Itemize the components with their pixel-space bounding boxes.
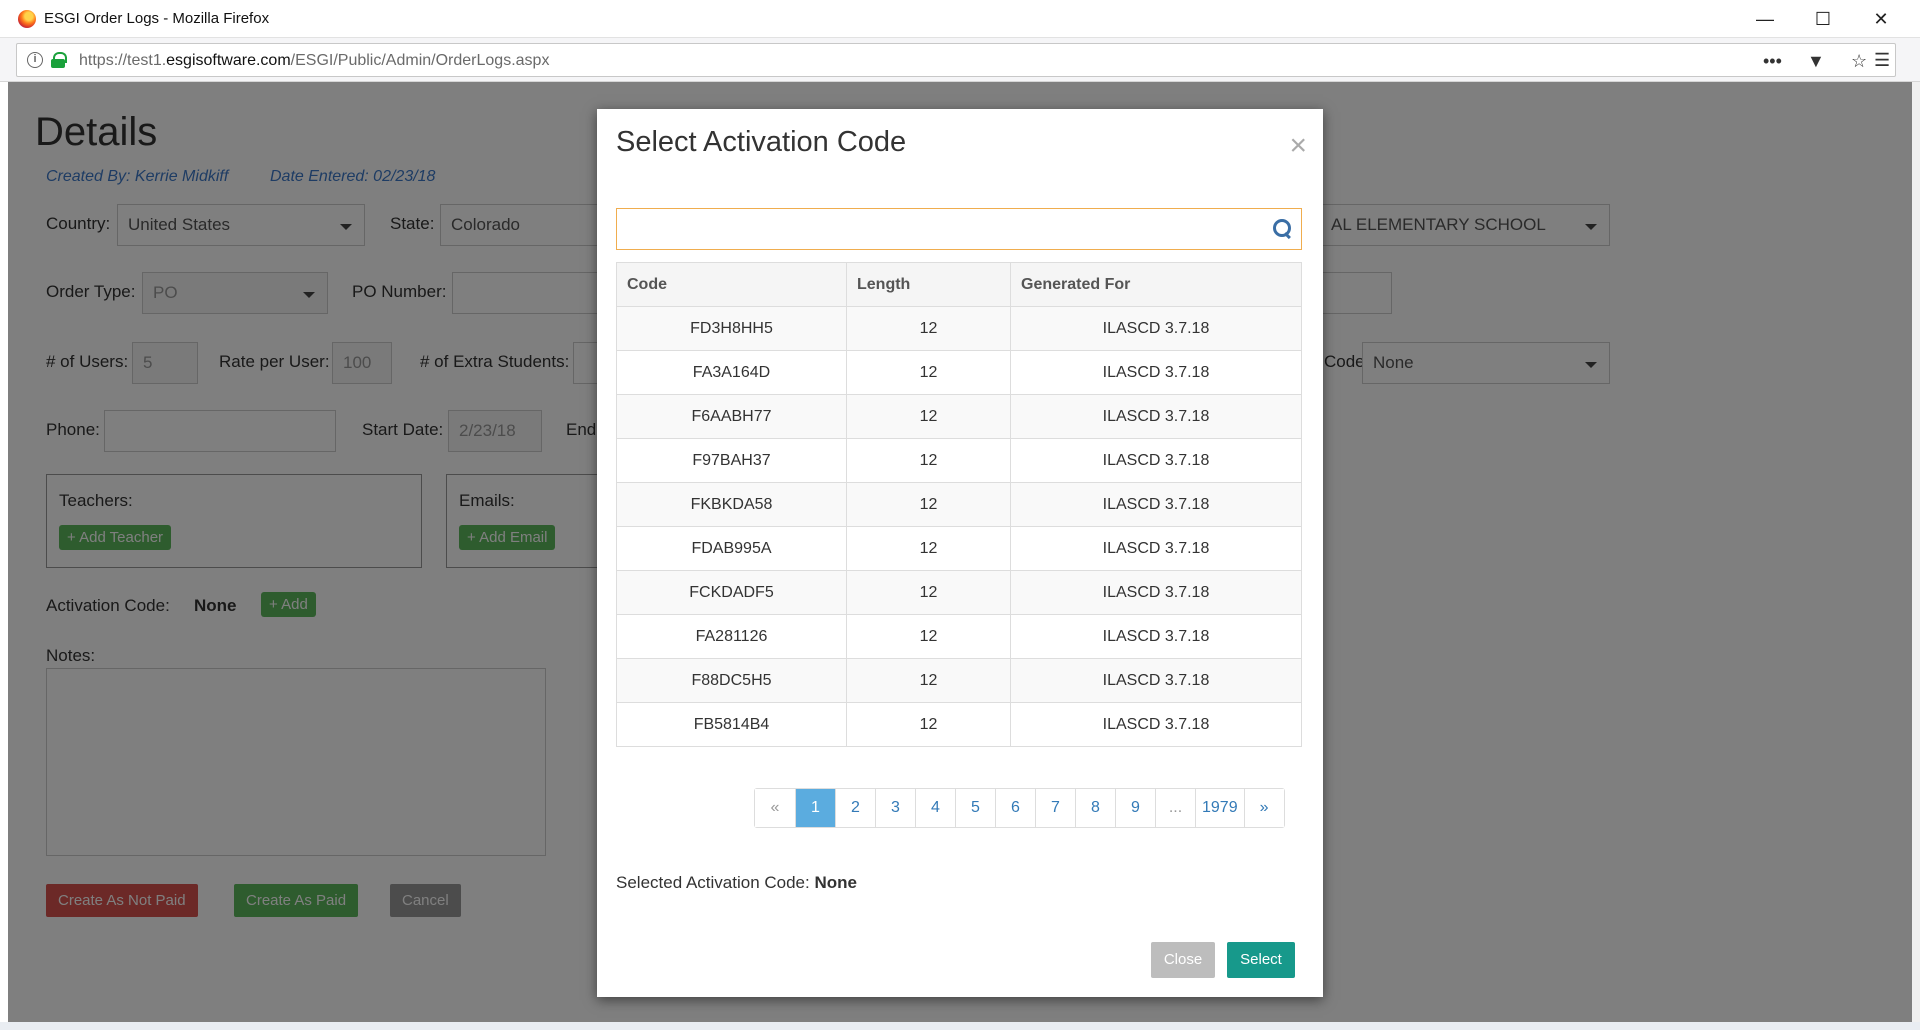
length-cell: 12 (846, 526, 1011, 571)
length-cell: 12 (846, 702, 1011, 747)
table-row[interactable]: F6AABH77 12 ILASCD 3.7.18 (616, 394, 1302, 439)
code-cell: FKBKDA58 (616, 482, 847, 527)
bookmark-star-icon[interactable]: ☆ (1851, 52, 1867, 70)
code-cell: FA281126 (616, 614, 847, 659)
maximize-icon[interactable]: ☐ (1794, 0, 1852, 38)
column-header-generated-for[interactable]: Generated For (1010, 262, 1302, 307)
length-cell: 12 (846, 438, 1011, 483)
close-button[interactable]: Close (1151, 942, 1215, 978)
modal-title: Select Activation Code (616, 126, 907, 158)
browser-titlebar: ESGI Order Logs - Mozilla Firefox — ☐ ✕ (0, 0, 1920, 38)
generated-for-cell: ILASCD 3.7.18 (1010, 570, 1302, 615)
column-header-length[interactable]: Length (846, 262, 1011, 307)
generated-for-cell: ILASCD 3.7.18 (1010, 482, 1302, 527)
table-row[interactable]: F88DC5H5 12 ILASCD 3.7.18 (616, 658, 1302, 703)
code-cell: FDAB995A (616, 526, 847, 571)
pocket-icon[interactable]: ▼ (1807, 52, 1825, 70)
navigation-toolbar: i https://test1.esgisoftware.com/ESGI/Pu… (0, 38, 1920, 82)
length-cell: 12 (846, 482, 1011, 527)
table-row[interactable]: FB5814B4 12 ILASCD 3.7.18 (616, 702, 1302, 747)
pagination-page-3[interactable]: 3 (875, 789, 915, 827)
hamburger-menu-icon[interactable]: ☰ (1874, 51, 1890, 69)
code-cell: FD3H8HH5 (616, 306, 847, 351)
table-row[interactable]: FA281126 12 ILASCD 3.7.18 (616, 614, 1302, 659)
search-icon[interactable] (1273, 219, 1293, 239)
generated-for-cell: ILASCD 3.7.18 (1010, 394, 1302, 439)
window-edge (1912, 82, 1920, 1030)
code-cell: FB5814B4 (616, 702, 847, 747)
generated-for-cell: ILASCD 3.7.18 (1010, 702, 1302, 747)
length-cell: 12 (846, 306, 1011, 351)
activation-code-table: Code Length Generated For FD3H8HH5 12 ILAS… (616, 262, 1302, 747)
pagination-next[interactable]: » (1243, 789, 1284, 827)
pagination-page-9[interactable]: 9 (1115, 789, 1155, 827)
close-icon[interactable]: × (1289, 131, 1307, 161)
length-cell: 12 (846, 350, 1011, 395)
generated-for-cell: ILASCD 3.7.18 (1010, 306, 1302, 351)
pagination-page-5[interactable]: 5 (955, 789, 995, 827)
table-row[interactable]: F97BAH37 12 ILASCD 3.7.18 (616, 438, 1302, 483)
generated-for-cell: ILASCD 3.7.18 (1010, 658, 1302, 703)
select-activation-code-modal: Select Activation Code × Code Length Gen… (597, 109, 1323, 997)
table-row[interactable]: FA3A164D 12 ILASCD 3.7.18 (616, 350, 1302, 395)
code-cell: F88DC5H5 (616, 658, 847, 703)
table-row[interactable]: FCKDADF5 12 ILASCD 3.7.18 (616, 570, 1302, 615)
generated-for-cell: ILASCD 3.7.18 (1010, 526, 1302, 571)
generated-for-cell: ILASCD 3.7.18 (1010, 438, 1302, 483)
pagination-page-8[interactable]: 8 (1075, 789, 1115, 827)
generated-for-cell: ILASCD 3.7.18 (1010, 614, 1302, 659)
table-row[interactable]: FDAB995A 12 ILASCD 3.7.18 (616, 526, 1302, 571)
length-cell: 12 (846, 570, 1011, 615)
generated-for-cell: ILASCD 3.7.18 (1010, 350, 1302, 395)
code-search-input[interactable] (616, 208, 1302, 250)
pagination-prev[interactable]: « (755, 789, 795, 827)
code-cell: FA3A164D (616, 350, 847, 395)
url-text[interactable]: https://test1.esgisoftware.com/ESGI/Publ… (79, 52, 549, 70)
pagination-page-2[interactable]: 2 (835, 789, 875, 827)
selected-code-line: Selected Activation Code: None (616, 873, 857, 893)
pagination: « 1 2 3 4 5 6 7 8 9 ... 1979 » (754, 788, 1285, 828)
pagination-page-4[interactable]: 4 (915, 789, 955, 827)
length-cell: 12 (846, 394, 1011, 439)
length-cell: 12 (846, 614, 1011, 659)
pagination-ellipsis: ... (1155, 789, 1195, 827)
pagination-page-7[interactable]: 7 (1035, 789, 1075, 827)
table-row[interactable]: FKBKDA58 12 ILASCD 3.7.18 (616, 482, 1302, 527)
length-cell: 12 (846, 658, 1011, 703)
taskbar-edge (0, 1022, 1920, 1030)
minimize-icon[interactable]: — (1736, 0, 1794, 38)
code-cell: FCKDADF5 (616, 570, 847, 615)
address-bar[interactable]: i https://test1.esgisoftware.com/ESGI/Pu… (16, 43, 1896, 77)
page-actions-icon[interactable]: ••• (1763, 52, 1782, 70)
column-header-code[interactable]: Code (616, 262, 847, 307)
select-button[interactable]: Select (1227, 942, 1295, 978)
pagination-page-last[interactable]: 1979 (1195, 789, 1244, 827)
pagination-page-6[interactable]: 6 (995, 789, 1035, 827)
table-header-row: Code Length Generated For (616, 262, 1302, 307)
window-close-icon[interactable]: ✕ (1852, 0, 1910, 38)
code-cell: F6AABH77 (616, 394, 847, 439)
pagination-page-1[interactable]: 1 (795, 789, 835, 827)
site-info-icon[interactable]: i (27, 52, 43, 68)
firefox-logo-icon (18, 10, 36, 28)
lock-icon[interactable] (51, 52, 67, 68)
selected-code-value: None (814, 873, 857, 892)
table-row[interactable]: FD3H8HH5 12 ILASCD 3.7.18 (616, 306, 1302, 351)
selected-code-label: Selected Activation Code: (616, 873, 810, 892)
window-title: ESGI Order Logs - Mozilla Firefox (44, 10, 270, 27)
code-cell: F97BAH37 (616, 438, 847, 483)
